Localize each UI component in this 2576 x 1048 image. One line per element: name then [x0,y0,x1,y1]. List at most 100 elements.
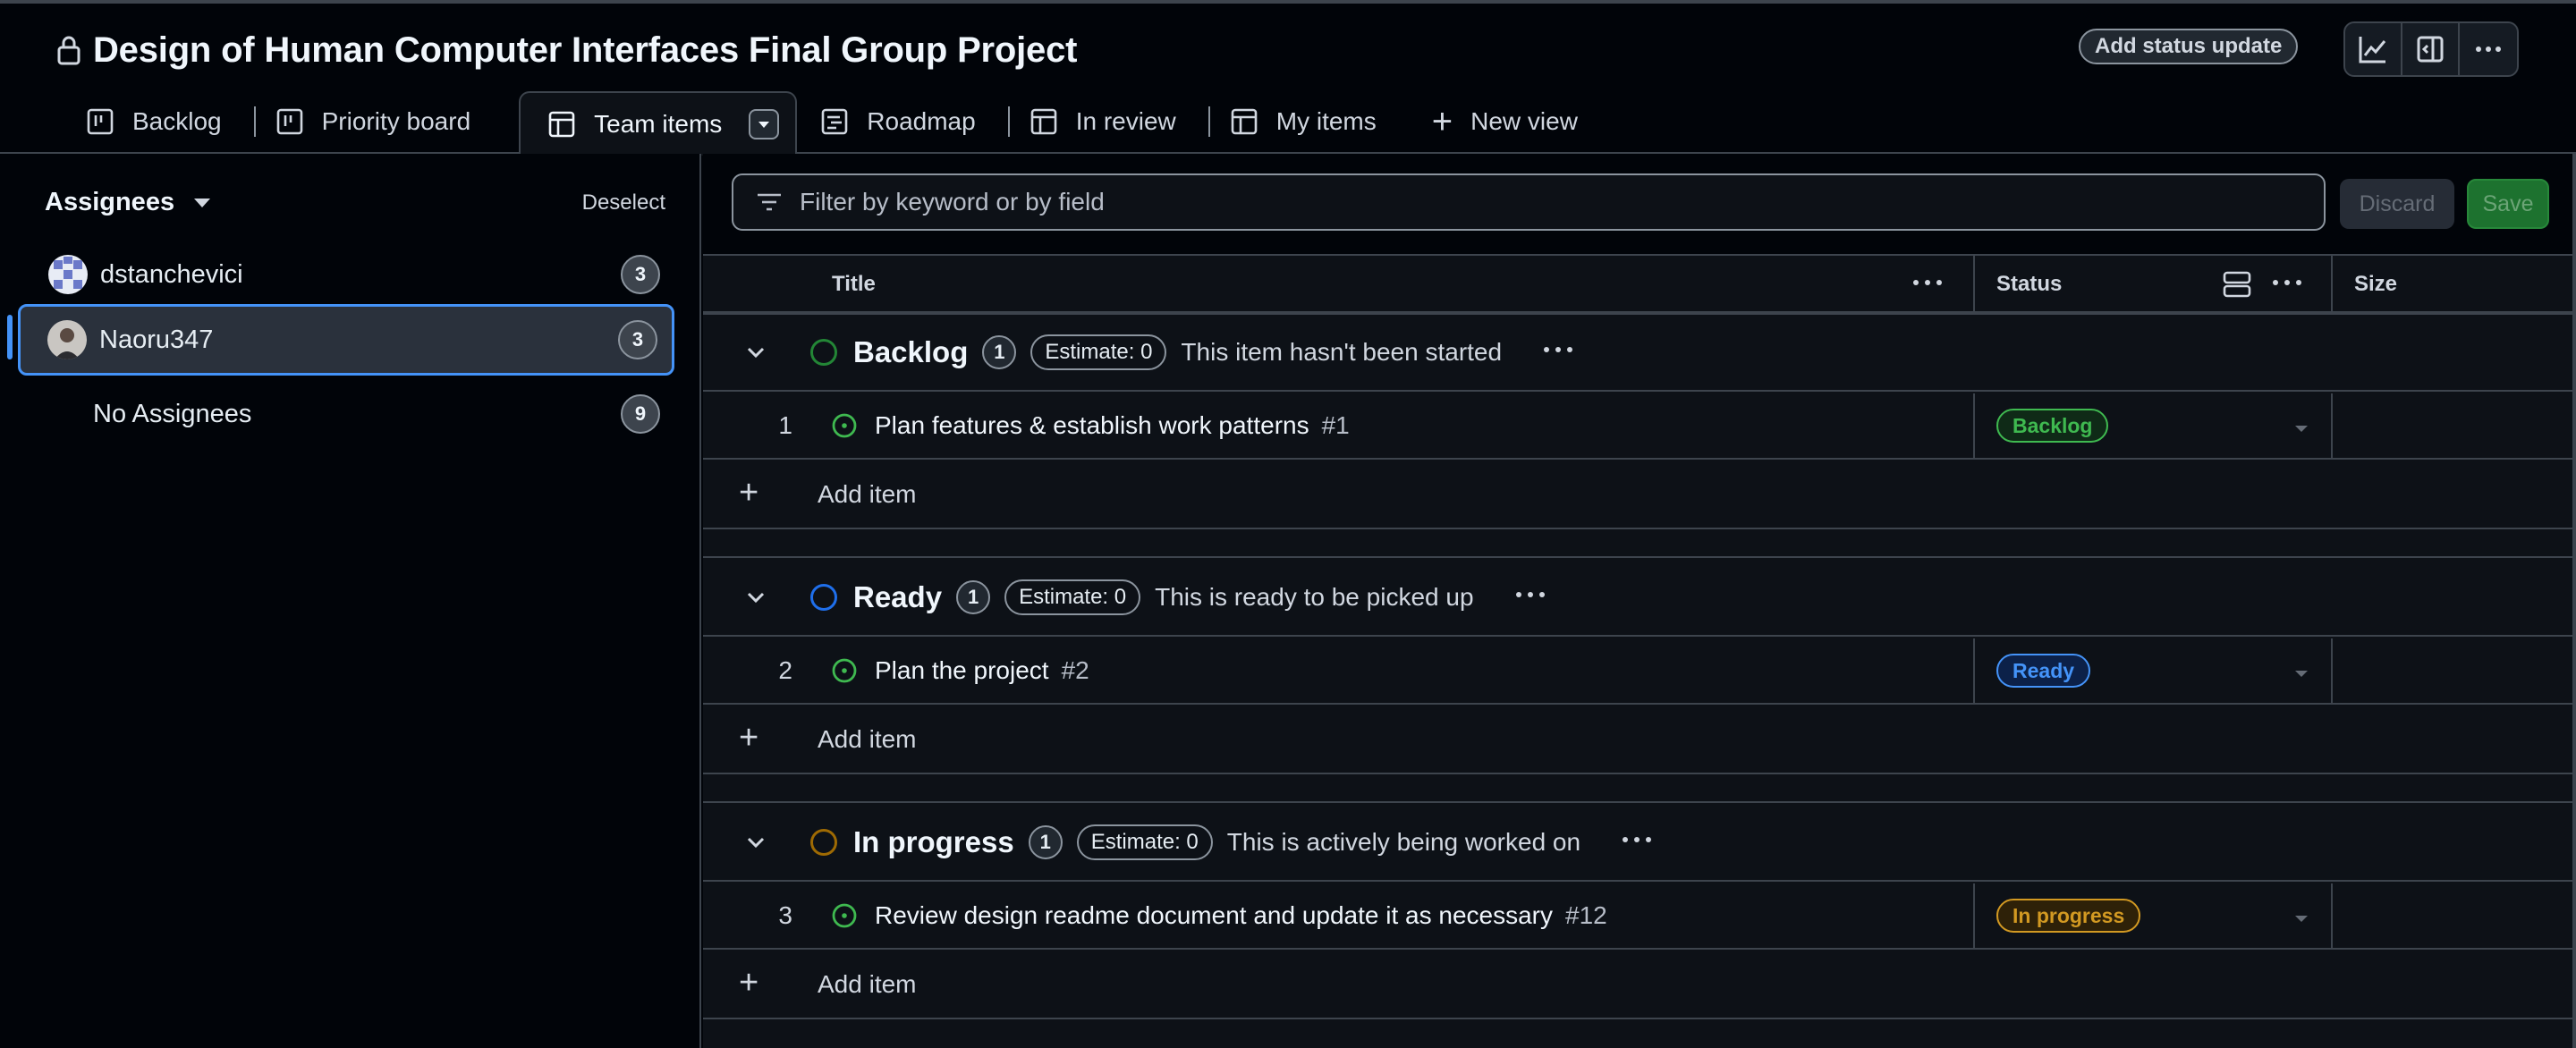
scrollbar[interactable] [2572,154,2576,1048]
column-header-status[interactable]: Status [1975,256,2333,313]
board-icon [276,108,302,135]
deselect-button[interactable]: Deselect [582,190,665,216]
new-view-button[interactable]: + New view [1405,89,1578,154]
assignee-name: No Assignees [93,399,252,428]
plus-icon: + [739,474,759,511]
estimate-badge: Estimate: 0 [1076,824,1213,860]
chevron-down-icon[interactable] [744,586,767,609]
item-title-link[interactable]: Review design readme document and update… [875,901,1607,930]
tab-label: My items [1275,107,1377,135]
tab-my-items[interactable]: My items [1214,89,1405,154]
new-view-label: New view [1470,107,1578,135]
tab-options-dropdown[interactable] [749,109,780,139]
status-cell[interactable]: Backlog [1975,393,2333,458]
tab-label: Team items [594,110,723,138]
group-options-button[interactable] [1620,824,1654,861]
add-item-label: Add item [818,725,917,753]
size-cell[interactable] [2333,883,2576,948]
row-number: 2 [778,656,792,684]
group-count-badge: 1 [956,580,991,614]
sidebar-item-naoru347[interactable]: Naoru347 3 [18,304,674,376]
more-icon [1515,592,1545,597]
issue-number: #12 [1565,901,1607,929]
add-item-row[interactable]: + Add item [703,706,2576,774]
group-header-in-progress: In progress 1 Estimate: 0 This is active… [703,805,2576,882]
status-pill: Ready [1996,654,2091,688]
tab-priority-board[interactable]: Priority board [259,89,500,154]
table-row[interactable]: 1 Plan features & establish work pattern… [703,393,2576,460]
tab-team-items[interactable]: Team items [519,91,798,156]
title-cell[interactable]: 3 Review design readme document and upda… [703,883,1975,948]
triangle-down-icon [758,122,770,128]
item-title-link[interactable]: Plan the project #2 [875,656,1089,685]
chevron-down-icon[interactable] [744,831,767,854]
column-header-title[interactable]: Title [703,256,1975,313]
sidebar-item-dstanchevici[interactable]: dstanchevici 3 [18,238,674,311]
status-circle-icon [810,829,837,856]
header-actions [2343,21,2519,77]
project-header: Design of Human Computer Interfaces Fina… [0,4,2576,156]
group-options-button[interactable] [1513,579,1547,616]
title-row: Design of Human Computer Interfaces Fina… [55,27,1077,73]
issue-open-icon [832,658,857,683]
view-tabs: Backlog Priority board Team items Roadma… [70,89,1578,156]
group-count-badge: 1 [982,335,1017,369]
title-cell[interactable]: 2 Plan the project #2 [703,638,1975,703]
sidebar-item-no-assignees[interactable]: No Assignees 9 [18,377,674,451]
tab-label: Roadmap [867,107,976,135]
status-cell[interactable]: In progress [1975,883,2333,948]
add-item-label: Add item [818,970,917,998]
group-description: This item hasn't been started [1181,338,1503,366]
group-spacer [703,776,2576,803]
items-table: Title Status Size Backlog 1 Estimate: 0 … [703,254,2576,1048]
issue-open-icon [832,903,857,928]
more-options-button[interactable] [2460,23,2517,75]
add-item-row[interactable]: + Add item [703,951,2576,1019]
column-size-label: Size [2354,272,2398,296]
column-options-button[interactable] [1911,266,1945,306]
more-icon [1544,347,1573,352]
assignee-name: dstanchevici [100,259,243,289]
chevron-down-icon[interactable] [744,341,767,364]
status-cell[interactable]: Ready [1975,638,2333,703]
plus-icon: + [739,964,759,1002]
sidebar-title: Assignees [45,188,175,216]
item-title: Plan features & establish work patterns [875,411,1309,439]
item-title-link[interactable]: Plan features & establish work patterns #… [875,411,1350,440]
table-row[interactable]: 2 Plan the project #2 Ready [703,638,2576,705]
size-cell[interactable] [2333,393,2576,458]
slice-by-sidebar: Assignees Deselect dstanchevici 3 Naoru3… [0,154,701,1048]
group-name: In progress [853,825,1014,858]
status-circle-icon [810,584,837,611]
add-status-update-button[interactable]: Add status update [2079,29,2299,64]
tab-backlog[interactable]: Backlog [70,89,250,154]
assignee-name: Naoru347 [99,325,214,354]
slice-field-selector[interactable]: Assignees [45,188,211,217]
table-row[interactable]: 3 Review design readme document and upda… [703,883,2576,950]
column-options-button[interactable] [2270,266,2304,306]
insights-button[interactable] [2345,23,2402,75]
add-item-row[interactable]: + Add item [703,461,2576,529]
group-header-backlog: Backlog 1 Estimate: 0 This item hasn't b… [703,315,2576,392]
count-badge: 3 [621,255,660,294]
table-view: Discard Save Title Status Size [703,154,2576,1048]
group-options-button[interactable] [1541,334,1575,371]
discard-button[interactable]: Discard [2340,179,2454,229]
add-item-label: Add item [818,480,917,508]
tab-in-review[interactable]: In review [1013,89,1205,154]
tab-label: In review [1075,107,1176,135]
tab-roadmap[interactable]: Roadmap [804,89,1004,154]
table-icon [548,111,575,138]
column-header-size[interactable]: Size [2333,256,2576,313]
sidebar-header: Assignees Deselect [45,188,665,217]
side-panel-button[interactable] [2402,23,2460,75]
title-cell[interactable]: 1 Plan features & establish work pattern… [703,393,1975,458]
save-button[interactable]: Save [2467,179,2549,229]
plus-icon: + [739,719,759,756]
item-title: Review design readme document and update… [875,901,1553,929]
page-title: Design of Human Computer Interfaces Fina… [93,30,1078,70]
size-cell[interactable] [2333,638,2576,703]
filter-input[interactable] [800,188,2231,216]
group-by-icon[interactable] [2222,270,2252,299]
triangle-down-icon [2295,671,2308,677]
